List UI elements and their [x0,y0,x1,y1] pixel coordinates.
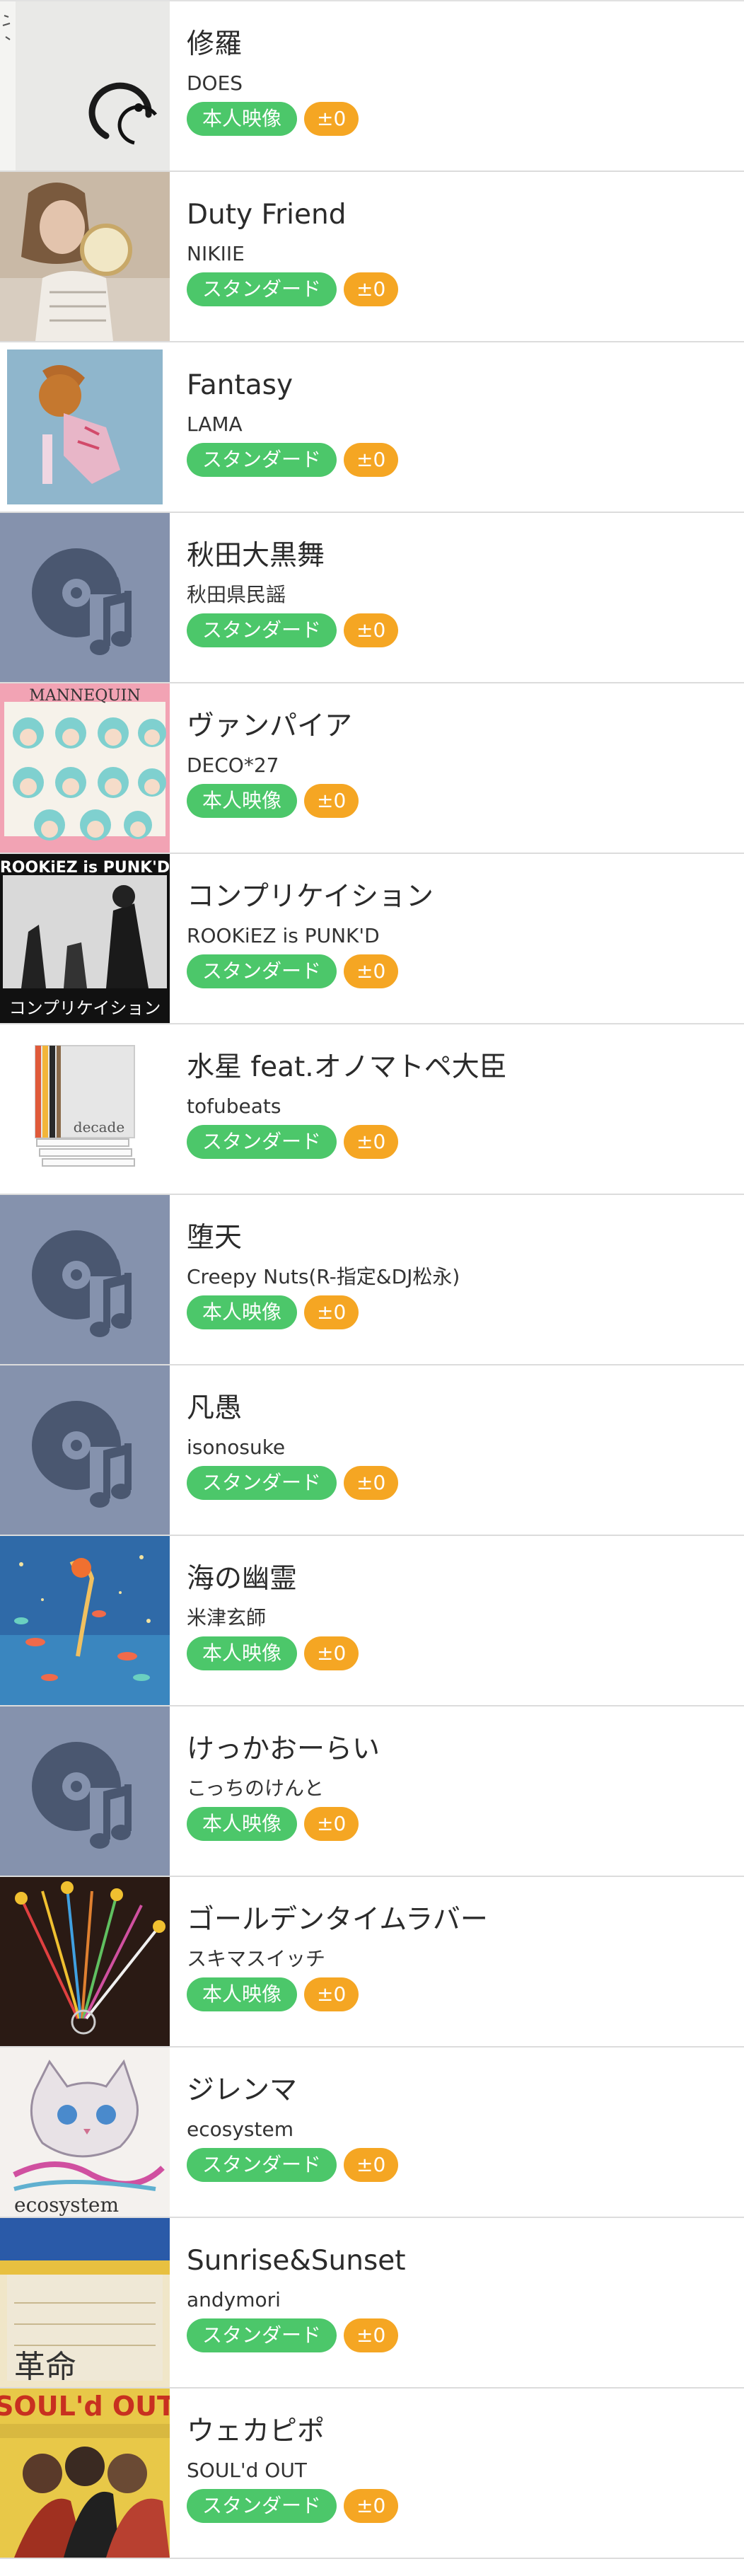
album-art-mannequin: MANNEQUIN [0,683,170,853]
video-type-badge: スタンダード [187,2148,337,2182]
song-row[interactable]: Fantasy LAMA スタンダード ±0 [0,342,744,513]
video-type-badge: スタンダード [187,272,337,306]
rookiez-logo-text: ROOKiEZ is PUNK'D [0,859,170,877]
kakumei-text: 革命 [14,2349,76,2385]
song-row[interactable]: 堕天 Creepy Nuts(R-指定&DJ松永) 本人映像 ±0 [0,1195,744,1365]
song-title: ウェカピポ [187,2415,325,2447]
song-artist: tofubeats [187,1094,281,1118]
key-diff-badge: ±0 [344,2148,399,2182]
song-row[interactable]: 修羅 DOES 本人映像 ±0 [0,1,744,172]
key-diff-badge: ±0 [344,2489,399,2523]
mannequin-label: MANNEQUIN [29,687,141,705]
disc-note-icon [0,513,170,682]
key-diff-badge: ±0 [304,102,359,136]
album-art-colorful-sticks [0,1877,170,2046]
song-title: ゴールデンタイムラバー [187,1904,488,1936]
song-artist: andymori [187,2288,281,2311]
video-type-badge: 本人映像 [187,784,298,818]
key-diff-badge: ±0 [344,613,399,647]
ecosystem-logo-text: ecosystem [14,2193,119,2217]
key-diff-badge: ±0 [344,1125,399,1159]
key-diff-badge: ±0 [304,784,359,818]
rookiez-sub-text: コンプリケイション [9,998,161,1018]
key-diff-badge: ±0 [344,954,399,988]
song-title: 堕天 [187,1222,243,1254]
video-type-badge: 本人映像 [187,1977,298,2011]
video-type-badge: スタンダード [187,613,337,647]
song-list: 修羅 DOES 本人映像 ±0 Duty Friend NIKIIE スタンダー… [0,0,744,2559]
song-artist: こっちのけんと [187,1777,325,1800]
song-artist: スキマスイッチ [187,1947,326,1970]
song-artist: isonosuke [187,1436,286,1459]
video-type-badge: スタンダード [187,2489,337,2523]
album-art-doll-guitar [0,342,170,512]
disc-note-icon [0,1706,170,1876]
video-type-badge: 本人映像 [187,102,298,136]
album-art-band-photo: ROOKiEZ is PUNK'D コンプリケイション [0,854,170,1023]
key-diff-badge: ±0 [344,443,399,477]
album-art-photo-girl [0,172,170,341]
key-diff-badge: ±0 [344,272,399,306]
video-type-badge: スタンダード [187,443,337,477]
song-row[interactable]: 凡愚 isonosuke スタンダード ±0 [0,1365,744,1536]
song-row[interactable]: ROOKiEZ is PUNK'D コンプリケイション コンプリケイション RO… [0,854,744,1024]
album-art-cat-creature: ecosystem [0,2047,170,2217]
song-title: Duty Friend [187,199,347,231]
video-type-badge: 本人映像 [187,1295,298,1329]
song-artist: DOES [187,71,243,95]
song-row[interactable]: 革命 Sunrise&Sunset andymori スタンダード ±0 [0,2218,744,2389]
song-title: ジレンマ [187,2074,298,2106]
song-row[interactable]: decade 水星 feat.オノマトペ大臣 tofubeats スタンダード ±… [0,1024,744,1195]
song-title: 秋田大黒舞 [187,540,325,572]
song-title: 水星 feat.オノマトペ大臣 [187,1051,507,1083]
song-artist: 秋田県民謡 [187,583,286,606]
disc-note-icon [0,1195,170,1364]
disc-note-icon [0,1365,170,1535]
song-title: けっかおーらい [187,1733,380,1765]
video-type-badge: スタンダード [187,1125,337,1159]
album-art-ink-circle [0,1,170,171]
song-row[interactable]: 秋田大黒舞 秋田県民謡 スタンダード ±0 [0,513,744,683]
song-row[interactable]: けっかおーらい こっちのけんと 本人映像 ±0 [0,1706,744,1877]
song-row[interactable]: SOUL'd OUT ウェカピポ SOUL'd OUT スタンダード ±0 [0,2389,744,2559]
song-artist: 米津玄師 [187,1606,267,1629]
song-title: Sunrise&Sunset [187,2245,406,2277]
song-row[interactable]: 海の幽霊 米津玄師 本人映像 ±0 [0,1536,744,1706]
song-row[interactable]: ecosystem ジレンマ ecosystem スタンダード ±0 [0,2047,744,2218]
soul-logo-text: SOUL'd OUT [0,2391,170,2422]
album-art-group-photo: SOUL'd OUT [0,2389,170,2558]
song-row[interactable]: Duty Friend NIKIIE スタンダード ±0 [0,172,744,342]
song-artist: Creepy Nuts(R-指定&DJ松永) [187,1265,460,1288]
song-title: 凡愚 [187,1392,243,1424]
song-row[interactable]: MANNEQUIN ヴァンパイア DECO*27 本人映像 ±0 [0,683,744,854]
video-type-badge: 本人映像 [187,1807,298,1841]
song-artist: NIKIIE [187,242,245,265]
song-title: Fantasy [187,369,293,401]
song-artist: DECO*27 [187,753,279,777]
video-type-badge: スタンダード [187,1466,337,1500]
album-art-kakumei: 革命 [0,2218,170,2387]
album-art-ocean [0,1536,170,1705]
key-diff-badge: ±0 [304,1295,359,1329]
song-row[interactable]: ゴールデンタイムラバー スキマスイッチ 本人映像 ±0 [0,1877,744,2047]
decade-label: decade [74,1119,124,1136]
song-artist: ROOKiEZ is PUNK'D [187,924,380,947]
key-diff-badge: ±0 [344,2318,399,2352]
video-type-badge: スタンダード [187,2318,337,2352]
album-art-decade: decade [0,1024,170,1194]
key-diff-badge: ±0 [344,1466,399,1500]
video-type-badge: 本人映像 [187,1636,298,1670]
song-artist: ecosystem [187,2118,293,2141]
song-title: 修羅 [187,28,243,60]
song-artist: LAMA [187,412,243,436]
song-title: コンプリケイション [187,881,434,913]
key-diff-badge: ±0 [304,1807,359,1841]
song-title: ヴァンパイア [187,710,353,742]
song-artist: SOUL'd OUT [187,2459,307,2482]
key-diff-badge: ±0 [304,1977,359,2011]
song-title: 海の幽霊 [187,1563,298,1595]
video-type-badge: スタンダード [187,954,337,988]
key-diff-badge: ±0 [304,1636,359,1670]
